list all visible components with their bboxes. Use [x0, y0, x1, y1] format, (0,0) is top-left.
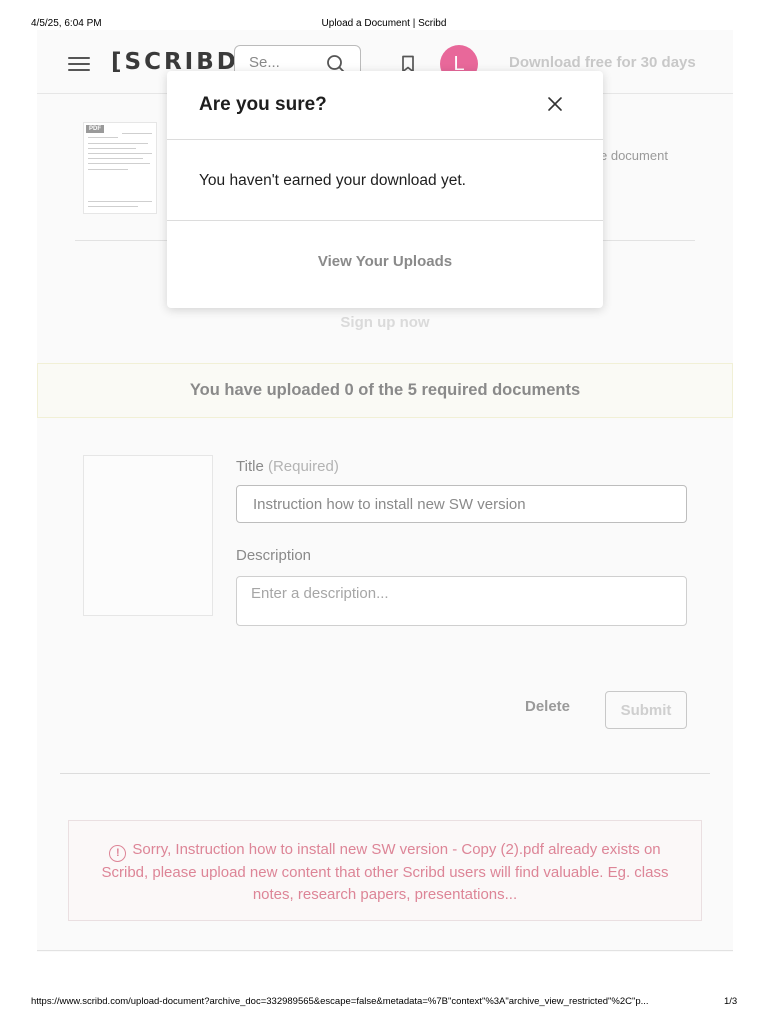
- sign-up-link[interactable]: Sign up now: [37, 314, 733, 331]
- divider: [37, 950, 733, 951]
- view-your-uploads-button[interactable]: View Your Uploads: [167, 253, 603, 270]
- title-label: Title (Required): [236, 458, 339, 475]
- document-thumbnail: PDF: [83, 122, 157, 214]
- confirm-dialog: Are you sure? You haven't earned your do…: [167, 71, 603, 308]
- description-label: Description: [236, 547, 312, 564]
- print-page-title: Upload a Document | Scribd: [321, 18, 447, 29]
- error-text: Sorry, Instruction how to install new SW…: [101, 841, 669, 903]
- divider: [60, 773, 710, 774]
- dialog-header: Are you sure?: [167, 71, 603, 140]
- description-input[interactable]: [236, 576, 687, 626]
- title-required-note: (Required): [267, 458, 339, 475]
- close-icon[interactable]: [547, 96, 563, 112]
- duplicate-error-message: ! Sorry, Instruction how to install new S…: [68, 820, 702, 921]
- dialog-footer: View Your Uploads: [167, 222, 603, 308]
- alert-circle-icon: !: [109, 845, 127, 862]
- menu-icon[interactable]: [68, 57, 90, 71]
- dialog-title: Are you sure?: [199, 94, 327, 115]
- title-label-text: Title: [236, 458, 264, 475]
- upload-note-text: e document: [600, 148, 668, 163]
- print-url: https://www.scribd.com/upload-document?a…: [31, 996, 649, 1007]
- upload-preview-thumbnail: [83, 455, 213, 616]
- print-footer: https://www.scribd.com/upload-document?a…: [0, 996, 768, 1010]
- upload-progress-banner: You have uploaded 0 of the 5 required do…: [37, 363, 733, 418]
- print-page-number: 1/3: [724, 996, 738, 1007]
- delete-button[interactable]: Delete: [525, 698, 570, 715]
- search-input[interactable]: [249, 54, 319, 71]
- download-free-link[interactable]: Download free for 30 days: [509, 54, 696, 71]
- title-input[interactable]: [236, 485, 687, 523]
- dialog-message: You haven't earned your download yet.: [199, 172, 466, 189]
- dialog-body: You haven't earned your download yet.: [167, 141, 603, 221]
- submit-button[interactable]: Submit: [605, 691, 687, 729]
- pdf-tag: PDF: [86, 125, 104, 133]
